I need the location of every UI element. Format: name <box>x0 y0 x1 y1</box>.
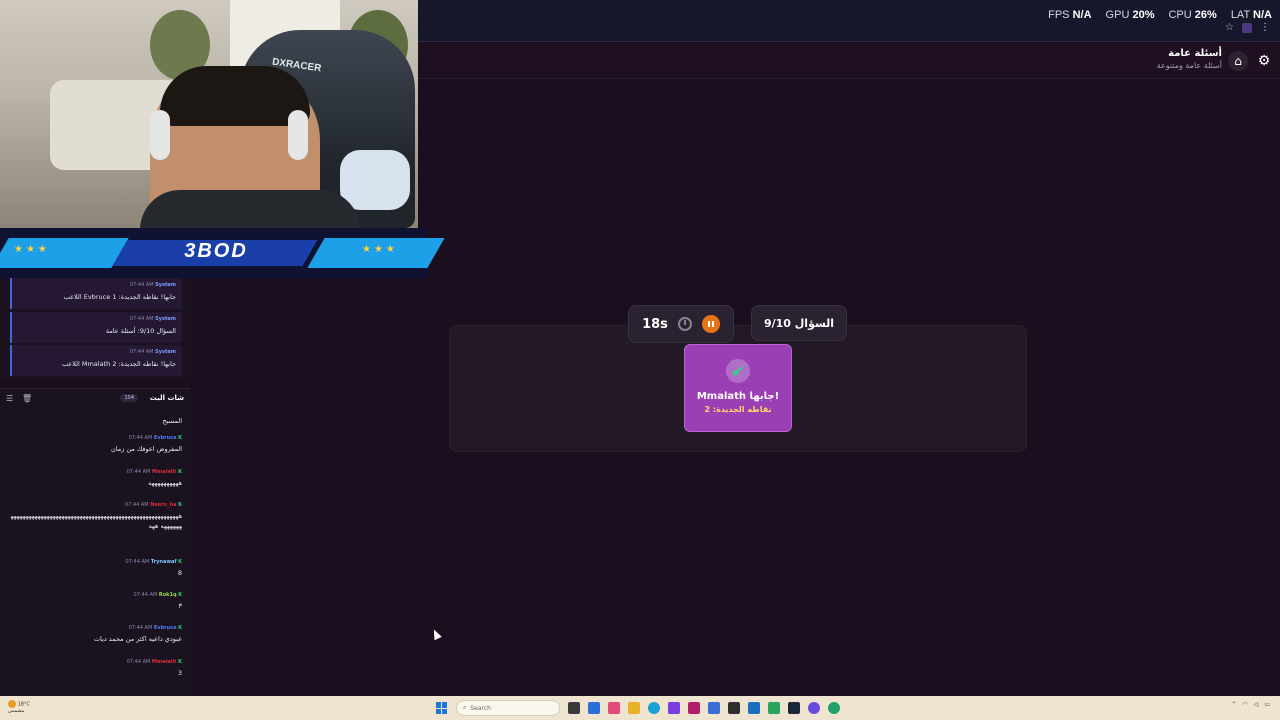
wifi-icon[interactable]: ◠ <box>1242 701 1247 708</box>
performance-bar: FPS N/A GPU 20% CPU 26% LAT N/A ☆ ⋮ <box>418 0 1280 42</box>
task-view-icon[interactable] <box>568 702 580 714</box>
timer-value: 18s <box>642 316 668 332</box>
system-tray: ⌃ ◠ ◁ ▭ <box>1231 701 1270 708</box>
system-message: 07:44 AM System اللاعب Mmalath جابها! نق… <box>10 345 182 376</box>
system-log: 07:44 AM System اللاعب Evbruce جابها! نق… <box>0 278 190 380</box>
webcam-feed: DXRACER <box>0 0 418 228</box>
volume-icon[interactable]: ◁ <box>1254 701 1259 708</box>
chat-message: 07:44 AM Rok1q K ٣ <box>133 592 182 610</box>
windows-start-icon[interactable] <box>436 702 448 714</box>
perf-stats: FPS N/A GPU 20% CPU 26% LAT N/A <box>1048 9 1272 21</box>
profile-icon[interactable] <box>1242 22 1252 33</box>
pause-button[interactable] <box>701 315 720 333</box>
cpu-stat: CPU 26% <box>1168 9 1217 21</box>
streamer-name: 3BOD <box>184 240 248 262</box>
chat-message: 07:44 AM Trynawaf K 8 <box>125 559 183 577</box>
discord-icon[interactable] <box>808 702 820 714</box>
copilot-icon[interactable] <box>608 702 620 714</box>
headset-icon <box>150 110 170 160</box>
xbox-icon[interactable] <box>728 702 740 714</box>
system-message: 07:44 AM System اللاعب Evbruce جابها! نق… <box>10 278 182 309</box>
windows-taskbar: 18°C مشمس ⌕ Search ⌃ ◠ ◁ ▭ <box>0 696 1280 720</box>
battery-icon[interactable]: ▭ <box>1264 701 1270 708</box>
streamer-banner: ★★★ 3BOD ★★★ <box>0 228 445 278</box>
home-icon: ⌂ <box>1234 54 1242 68</box>
stars-right: ★★★ <box>362 244 398 255</box>
edge-icon[interactable] <box>648 702 660 714</box>
chat-message: 07:44 AM Evbruce K عبودي داعيه اكثر من م… <box>93 625 182 643</box>
steam-icon[interactable] <box>788 702 800 714</box>
search-icon: ⌕ <box>463 704 467 711</box>
weather-widget[interactable]: 18°C مشمس <box>8 700 30 714</box>
star-icon[interactable]: ☆ <box>1225 22 1234 33</box>
lat-stat: LAT N/A <box>1230 9 1272 21</box>
app-icon[interactable] <box>688 702 700 714</box>
more-icon[interactable]: ⋮ <box>1260 22 1270 33</box>
gpu-stat: GPU 20% <box>1105 9 1155 21</box>
chat-message: 07:44 AM Mmalath K ههههههههههه <box>126 469 182 487</box>
stars-left: ★★★ <box>14 244 50 255</box>
stream-chat: ☰ 🗑 104 شات البث المسبح 07:44 AM Evbruce… <box>0 388 190 696</box>
menu-icon[interactable]: ☰ <box>6 394 13 403</box>
clock-icon <box>677 317 692 331</box>
sun-icon <box>8 700 16 708</box>
gear-icon: ⚙ <box>1257 53 1271 69</box>
chat-title: شات البث <box>149 394 184 402</box>
chat-message: 07:44 AM Mmalath K 3 <box>126 659 182 677</box>
category-title-block: أسئلة عامة أسئلة عامة ومتنوعة <box>1157 48 1222 70</box>
chevron-up-icon[interactable]: ⌃ <box>1231 701 1236 708</box>
browser-icons: ☆ ⋮ <box>1225 22 1270 33</box>
fps-stat: FPS N/A <box>1048 9 1092 21</box>
chrome-icon[interactable] <box>828 702 840 714</box>
system-message: 07:44 AM System السؤال 9/10: أسئلة عامة <box>10 312 182 343</box>
home-button[interactable]: ⌂ <box>1228 51 1248 71</box>
chat-message: 07:44 AM Evbruce K المفروض اعوفك من زمان <box>110 435 182 453</box>
app-icon[interactable] <box>668 702 680 714</box>
mouse-cursor <box>430 627 442 641</box>
settings-button[interactable]: ⚙ <box>1254 51 1274 71</box>
game-header: أسئلة عامة أسئلة عامة ومتنوعة ⌂ ⚙ <box>418 43 1280 79</box>
chat-message: المسبح <box>162 417 183 425</box>
widgets-icon[interactable] <box>588 702 600 714</box>
file-explorer-icon[interactable] <box>628 702 640 714</box>
winner-points: نقاطه الجديدة: 2 <box>704 405 772 414</box>
timer-box: 18s <box>628 305 734 343</box>
winner-text: Mmalath جابها! <box>696 391 780 402</box>
taskbar-search[interactable]: ⌕ Search <box>456 700 560 716</box>
app-icon[interactable] <box>748 702 760 714</box>
mail-icon[interactable] <box>708 702 720 714</box>
app-icon[interactable] <box>768 702 780 714</box>
category-title: أسئلة عامة <box>1168 48 1222 59</box>
trash-icon[interactable]: 🗑 <box>22 394 32 403</box>
category-subtitle: أسئلة عامة ومتنوعة <box>1156 61 1222 70</box>
chat-message: 07:44 AM Neero_ha K هههههههههههههههههههه… <box>10 502 182 531</box>
chat-count: 104 <box>120 394 138 402</box>
question-counter: السؤال 9/10 <box>751 305 847 341</box>
taskbar-apps: ⌕ Search <box>436 698 840 718</box>
check-icon: ✔ <box>726 359 750 383</box>
correct-answer-card: ✔ Mmalath جابها! نقاطه الجديدة: 2 <box>684 344 792 432</box>
chat-header: ☰ 🗑 104 شات البث <box>0 389 190 409</box>
